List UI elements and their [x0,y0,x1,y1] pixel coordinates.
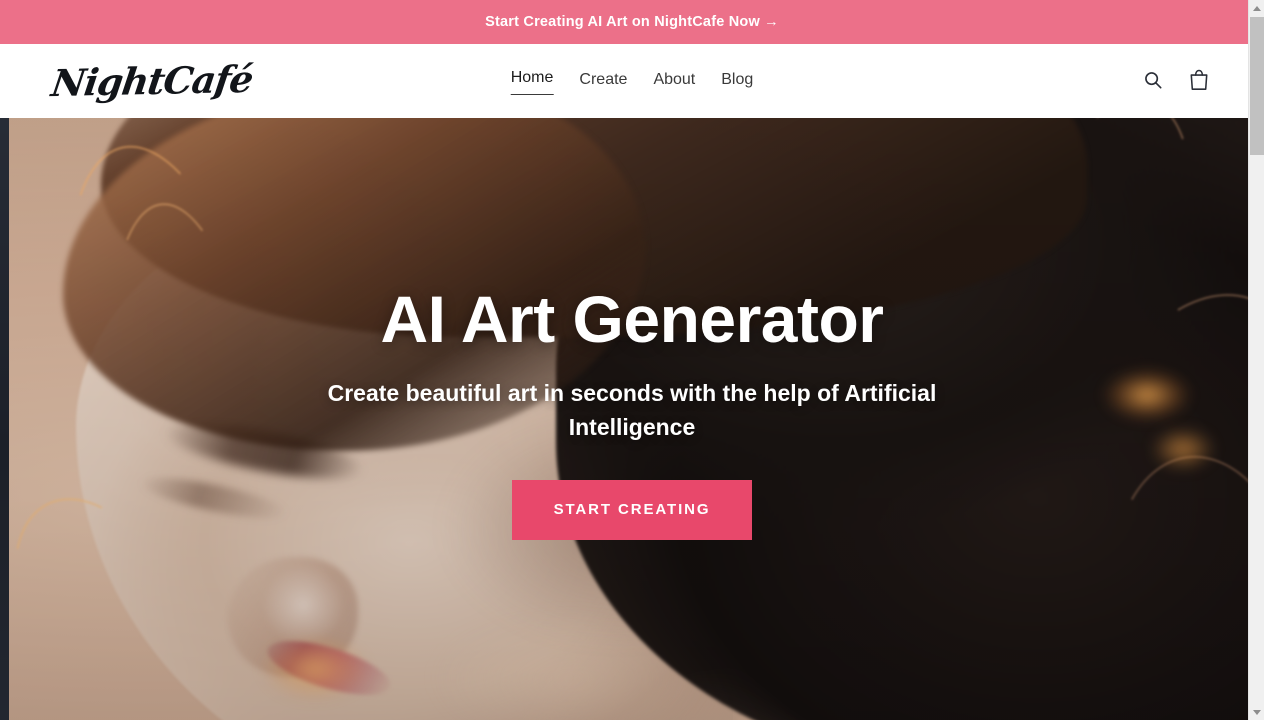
main-navigation: Home Create About Blog [510,67,753,96]
hero-subtitle: Create beautiful art in seconds with the… [327,379,937,440]
nav-link-about[interactable]: About [653,69,695,93]
announcement-text: Start Creating AI Art on NightCafe Now → [485,14,779,30]
nav-link-blog[interactable]: Blog [721,69,753,93]
page-title: AI Art Generator [380,282,884,357]
scroll-up-arrow-icon[interactable] [1249,0,1264,16]
hero-content: AI Art Generator Create beautiful art in… [0,118,1264,720]
cart-button[interactable] [1186,67,1212,95]
cart-icon [1188,68,1210,95]
start-creating-button[interactable]: Start Creating [512,479,752,540]
search-icon [1142,69,1164,94]
browser-scrollbar[interactable] [1248,0,1264,720]
site-header: NightCafé Home Create About Blog [0,44,1264,118]
nav-link-create[interactable]: Create [579,69,627,93]
announcement-bar[interactable]: Start Creating AI Art on NightCafe Now → [0,0,1264,44]
nav-link-home[interactable]: Home [510,67,554,96]
site-logo[interactable]: NightCafé [49,56,255,104]
hero-section: AI Art Generator Create beautiful art in… [0,118,1264,720]
search-button[interactable] [1140,67,1166,95]
scroll-down-arrow-icon[interactable] [1249,704,1264,720]
browser-viewport: Start Creating AI Art on NightCafe Now →… [0,0,1264,720]
header-actions [1140,67,1212,95]
scrollbar-thumb[interactable] [1250,17,1264,155]
